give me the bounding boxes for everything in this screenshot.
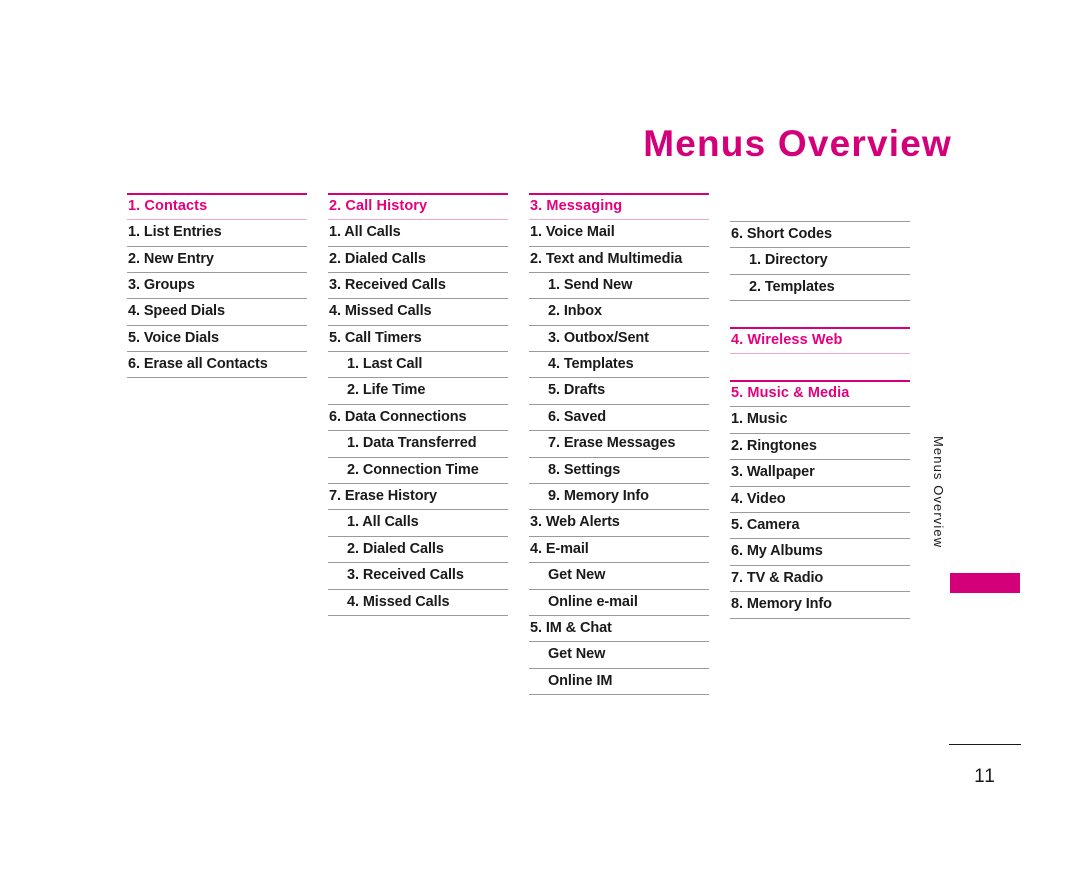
column-2: 2. Call History 1. All Calls 2. Dialed Cal… <box>328 193 508 616</box>
page-title: Menus Overview <box>643 122 952 164</box>
menu-item[interactable]: 5. Voice Dials <box>127 326 307 353</box>
menu-item[interactable]: Get New <box>529 563 709 590</box>
menu-item[interactable]: 2. Text and Multimedia <box>529 247 709 273</box>
menu-item[interactable]: 8. Memory Info <box>730 592 910 619</box>
menu-item[interactable]: 5. Drafts <box>529 378 709 405</box>
menu-item[interactable]: 2. Dialed Calls <box>328 537 508 564</box>
menu-item[interactable]: 2. Life Time <box>328 378 508 405</box>
menu-section: 6. Short Codes 1. Directory 2. Templates <box>730 221 910 302</box>
menu-item[interactable]: 1. Voice Mail <box>529 220 709 247</box>
column-offset-spacer <box>730 193 910 221</box>
menu-item[interactable]: 4. Templates <box>529 352 709 379</box>
menu-item[interactable]: Online e-mail <box>529 590 709 616</box>
menu-section-header[interactable]: 5. Music & Media <box>730 380 910 408</box>
column-4: 6. Short Codes 1. Directory 2. Templates 4.… <box>730 193 910 619</box>
menu-item[interactable]: 4. Speed Dials <box>127 299 307 326</box>
menu-section: 1. Contacts 1. List Entries 2. New Entry 3.… <box>127 193 307 379</box>
menu-item[interactable]: 5. Camera <box>730 513 910 540</box>
menu-item[interactable]: 1. Directory <box>730 248 910 275</box>
menu-item[interactable]: 6. Data Connections <box>328 405 508 432</box>
menu-item[interactable]: 3. Wallpaper <box>730 460 910 487</box>
menu-item[interactable]: Online IM <box>529 669 709 696</box>
menu-item[interactable]: 5. Call Timers <box>328 326 508 353</box>
menu-item[interactable]: 3. Web Alerts <box>529 510 709 537</box>
menu-item[interactable]: 9. Memory Info <box>529 484 709 511</box>
menu-section: 2. Call History 1. All Calls 2. Dialed Cal… <box>328 193 508 616</box>
menu-item[interactable]: 8. Settings <box>529 458 709 485</box>
menu-item[interactable]: 4. Missed Calls <box>328 590 508 616</box>
menu-section-header[interactable]: 1. Contacts <box>127 193 307 221</box>
footer-divider <box>949 744 1021 745</box>
menu-item[interactable]: 2. Ringtones <box>730 434 910 461</box>
menu-item[interactable]: 1. All Calls <box>328 220 508 247</box>
menu-item[interactable]: 6. My Albums <box>730 539 910 566</box>
menu-section-header[interactable]: 3. Messaging <box>529 193 709 221</box>
manual-page: Menus Overview 1. Contacts 1. List Entrie… <box>0 0 1080 896</box>
menu-section: 4. Wireless Web <box>730 327 910 355</box>
menu-item[interactable]: 3. Groups <box>127 273 307 300</box>
menu-item[interactable]: 1. All Calls <box>328 510 508 537</box>
menu-item[interactable]: 4. E-mail <box>529 537 709 564</box>
menu-item[interactable]: 6. Saved <box>529 405 709 432</box>
menu-item[interactable]: 2. New Entry <box>127 247 307 273</box>
column-3: 3. Messaging 1. Voice Mail 2. Text and Mul… <box>529 193 709 696</box>
menu-item[interactable]: Get New <box>529 642 709 669</box>
menu-item[interactable]: 2. Inbox <box>529 299 709 326</box>
menu-item[interactable]: 7. Erase History <box>328 484 508 511</box>
menu-item[interactable]: 2. Templates <box>730 275 910 302</box>
menu-item[interactable]: 1. Music <box>730 407 910 434</box>
menu-columns: 1. Contacts 1. List Entries 2. New Entry 3.… <box>127 193 913 696</box>
column-1: 1. Contacts 1. List Entries 2. New Entry 3.… <box>127 193 307 379</box>
menu-item[interactable]: 3. Outbox/Sent <box>529 326 709 353</box>
menu-item[interactable]: 1. Send New <box>529 273 709 300</box>
menu-section-header[interactable]: 2. Call History <box>328 193 508 221</box>
side-tab-label: Menus Overview <box>931 436 946 549</box>
menu-section: 5. Music & Media 1. Music 2. Ringtones 3. W… <box>730 380 910 619</box>
menu-item[interactable]: 4. Missed Calls <box>328 299 508 326</box>
menu-item[interactable]: 4. Video <box>730 487 910 513</box>
menu-item[interactable]: 6. Erase all Contacts <box>127 352 307 379</box>
menu-item[interactable]: 6. Short Codes <box>730 222 910 249</box>
menu-item[interactable]: 2. Connection Time <box>328 458 508 485</box>
page-number: 11 <box>974 766 996 787</box>
menu-section-header[interactable]: 4. Wireless Web <box>730 327 910 355</box>
menu-item[interactable]: 1. List Entries <box>127 220 307 247</box>
menu-item[interactable]: 2. Dialed Calls <box>328 247 508 273</box>
menu-item[interactable]: 7. Erase Messages <box>529 431 709 458</box>
menu-item[interactable]: 1. Data Transferred <box>328 431 508 458</box>
menu-item[interactable]: 5. IM & Chat <box>529 616 709 643</box>
menu-item[interactable]: 7. TV & Radio <box>730 566 910 593</box>
side-tab-marker <box>950 573 1020 593</box>
menu-section: 3. Messaging 1. Voice Mail 2. Text and Mul… <box>529 193 709 696</box>
menu-item[interactable]: 3. Received Calls <box>328 563 508 590</box>
menu-item[interactable]: 3. Received Calls <box>328 273 508 300</box>
menu-item[interactable]: 1. Last Call <box>328 352 508 379</box>
